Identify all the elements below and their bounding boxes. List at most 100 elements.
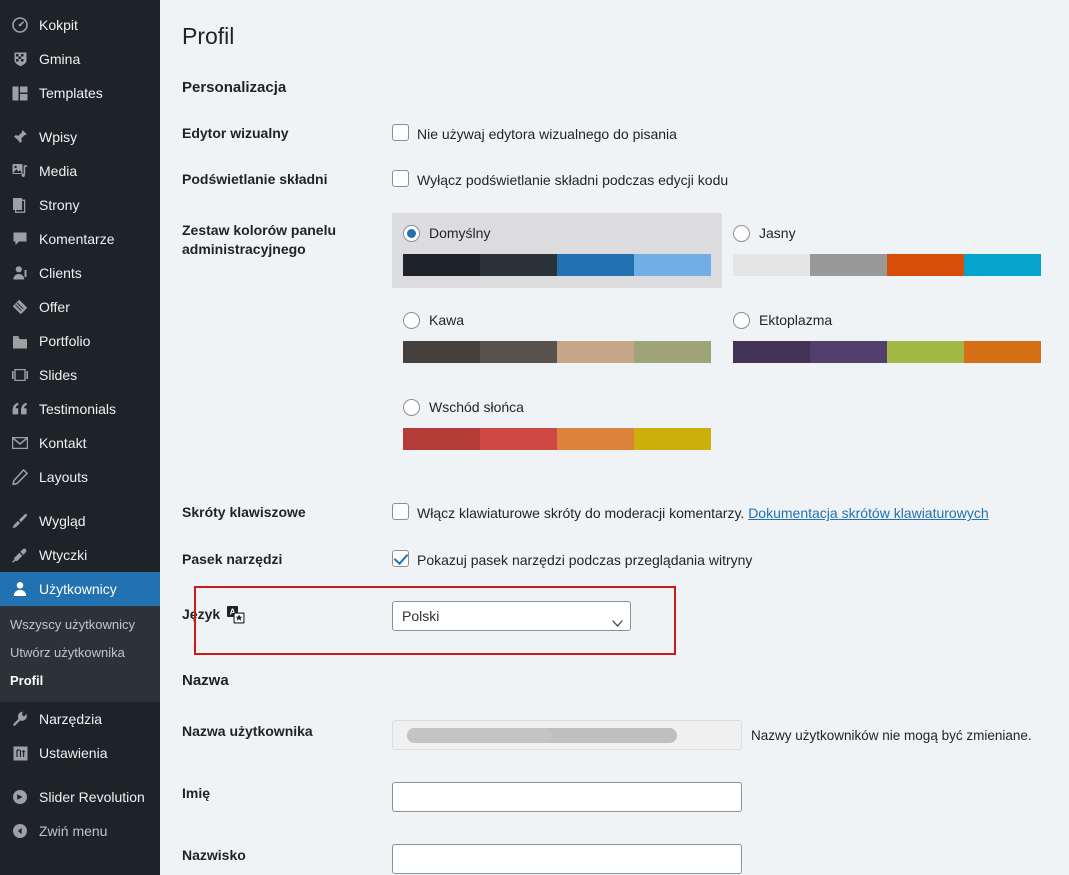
dashboard-icon: [10, 15, 30, 35]
keyboard-shortcuts-doc-link[interactable]: Dokumentacja skrótów klawiaturowych: [748, 505, 988, 521]
color-scheme-name: Jasny: [759, 225, 796, 242]
username-redacted-value: [407, 728, 677, 744]
sidebar-subitem-profil[interactable]: Profil: [0, 667, 160, 695]
sidebar-item-clients[interactable]: Clients: [0, 256, 160, 290]
shield-crest-icon: [10, 49, 30, 69]
color-scheme-radio-jasny[interactable]: [733, 225, 750, 243]
color-scheme-option-jasny[interactable]: Jasny: [722, 213, 1052, 288]
sidebar-item-slides[interactable]: Slides: [0, 358, 160, 392]
color-scheme-name: Domyślny: [429, 225, 491, 242]
language-label-group: Język A: [182, 605, 245, 624]
admin-sidebar: Kokpit Gmina Templates Wpisy Media Stron…: [0, 0, 160, 875]
section-title-nazwa: Nazwa: [182, 672, 229, 690]
sidebar-item-wpisy[interactable]: Wpisy: [0, 120, 160, 154]
label-language: Język: [182, 606, 221, 623]
color-scheme-option-kawa[interactable]: Kawa: [392, 300, 722, 375]
swatch-3: [887, 254, 964, 277]
keyboard-shortcuts-checkbox-row[interactable]: Włącz klawiaturowe skróty do moderacji k…: [392, 503, 1047, 523]
sidebar-item-narzedzia[interactable]: Narzędzia: [0, 702, 160, 736]
collapse-menu-label: Zwiń menu: [39, 823, 108, 840]
admin-page: Kokpit Gmina Templates Wpisy Media Stron…: [0, 0, 1069, 875]
sidebar-item-label: Offer: [39, 299, 70, 315]
color-scheme-radio-domyslny[interactable]: [403, 225, 420, 243]
sidebar-item-offer[interactable]: Offer: [0, 290, 160, 324]
sidebar-item-uzytkownicy[interactable]: Użytkownicy: [0, 572, 160, 606]
sidebar-item-wyglad[interactable]: Wygląd: [0, 504, 160, 538]
sidebar-item-label: Wtyczki: [39, 547, 88, 563]
sidebar-item-label: Gmina: [39, 51, 81, 67]
sidebar-item-komentarze[interactable]: Komentarze: [0, 222, 160, 256]
row-syntax-highlighting: Podświetlanie składni Wyłącz podświetlan…: [182, 157, 1057, 203]
sidebar-subitem-wszyscy-uzytkownicy[interactable]: Wszyscy użytkownicy: [0, 611, 160, 639]
last-name-input[interactable]: [392, 844, 742, 875]
sidebar-item-templates[interactable]: Templates: [0, 76, 160, 110]
language-row-wrapper: Polski: [194, 586, 1047, 656]
first-name-input[interactable]: [392, 782, 742, 813]
swatch-2: [480, 428, 557, 451]
sidebar-subitem-utworz-uzytkownika[interactable]: Utwórz użytkownika: [0, 639, 160, 667]
swatch-3: [557, 341, 634, 364]
color-scheme-label-row: Wschód słońca: [403, 397, 711, 418]
sidebar-item-wtyczki[interactable]: Wtyczki: [0, 538, 160, 572]
user-icon: [10, 263, 30, 283]
sidebar-item-label: Kontakt: [39, 435, 87, 451]
sidebar-item-label: Clients: [39, 265, 82, 281]
section-title-personalizacja: Personalizacja: [182, 78, 287, 96]
row-username: Nazwa użytkownika Nazwy użytkowników nie…: [182, 704, 1057, 766]
color-scheme-option-ektoplazma[interactable]: Ektoplazma: [722, 300, 1052, 375]
color-scheme-radio-ektoplazma[interactable]: [733, 312, 750, 330]
tags-icon: [10, 297, 30, 317]
color-scheme-swatches-wschod-slonca: [403, 428, 711, 451]
syntax-highlighting-checkbox-label: Wyłącz podświetlanie składni podczas edy…: [417, 172, 729, 189]
sidebar-item-label: Kokpit: [39, 17, 78, 33]
row-keyboard-shortcuts: Skróty klawiszowe Włącz klawiaturowe skr…: [182, 490, 1057, 536]
envelope-icon: [10, 433, 30, 453]
sidebar-item-label: Portfolio: [39, 333, 91, 349]
color-scheme-option-wschod-slonca[interactable]: Wschód słońca: [392, 387, 722, 462]
sidebar-item-label: Komentarze: [39, 231, 115, 247]
visual-editor-checkbox[interactable]: [392, 123, 409, 141]
sidebar-item-kontakt[interactable]: Kontakt: [0, 426, 160, 460]
plug-icon: [10, 545, 30, 565]
pencil-icon: [10, 467, 30, 487]
row-first-name: Imię: [182, 766, 1057, 828]
sidebar-item-slider-revolution[interactable]: Slider Revolution: [0, 780, 160, 814]
language-select[interactable]: Polski: [392, 601, 631, 632]
color-scheme-label-row: Kawa: [403, 310, 711, 331]
username-field-group: Nazwy użytkowników nie mogą być zmienian…: [392, 720, 1047, 751]
label-keyboard-shortcuts: Skróty klawiszowe: [182, 504, 306, 521]
sidebar-item-gmina[interactable]: Gmina: [0, 42, 160, 76]
visual-editor-checkbox-row[interactable]: Nie używaj edytora wizualnego do pisania: [392, 123, 1047, 144]
sidebar-item-media[interactable]: Media: [0, 154, 160, 188]
syntax-highlighting-checkbox[interactable]: [392, 170, 409, 188]
swatch-4: [634, 254, 711, 277]
sidebar-item-label: Slider Revolution: [39, 789, 145, 806]
sidebar-item-portfolio[interactable]: Portfolio: [0, 324, 160, 358]
sidebar-item-kokpit[interactable]: Kokpit: [0, 8, 160, 42]
toolbar-checkbox-row[interactable]: Pokazuj pasek narzędzi podczas przegląda…: [392, 549, 1047, 570]
swatch-1: [403, 254, 480, 277]
main-content: Profil Personalizacja Edytor wizualny Ni…: [160, 0, 1069, 875]
color-scheme-label-row: Jasny: [733, 223, 1041, 244]
collapse-menu-button[interactable]: Zwiń menu: [0, 814, 160, 848]
sidebar-item-layouts[interactable]: Layouts: [0, 460, 160, 494]
row-last-name: Nazwisko: [182, 828, 1057, 875]
keyboard-shortcuts-checkbox[interactable]: [392, 503, 409, 521]
color-scheme-radio-kawa[interactable]: [403, 312, 420, 330]
syntax-highlighting-checkbox-row[interactable]: Wyłącz podświetlanie składni podczas edy…: [392, 170, 1047, 190]
sidebar-submenu-uzytkownicy: Wszyscy użytkownicy Utwórz użytkownika P…: [0, 606, 160, 703]
sidebar-item-ustawienia[interactable]: Ustawienia: [0, 736, 160, 770]
sidebar-divider: [0, 770, 160, 780]
sidebar-item-strony[interactable]: Strony: [0, 188, 160, 222]
sidebar-item-testimonials[interactable]: Testimonials: [0, 392, 160, 426]
label-syntax-highlighting: Podświetlanie składni: [182, 171, 328, 188]
color-scheme-name: Wschód słońca: [429, 399, 524, 416]
swatch-4: [964, 341, 1041, 364]
swatch-1: [733, 254, 810, 277]
toolbar-checkbox[interactable]: [392, 549, 409, 567]
swatch-3: [887, 341, 964, 364]
color-scheme-option-domyslny[interactable]: Domyślny: [392, 213, 722, 289]
sidebar-divider: [0, 110, 160, 120]
row-color-scheme: Zestaw kolorów panelu administracyjnego …: [182, 203, 1057, 490]
color-scheme-radio-wschod-slonca[interactable]: [403, 399, 420, 417]
